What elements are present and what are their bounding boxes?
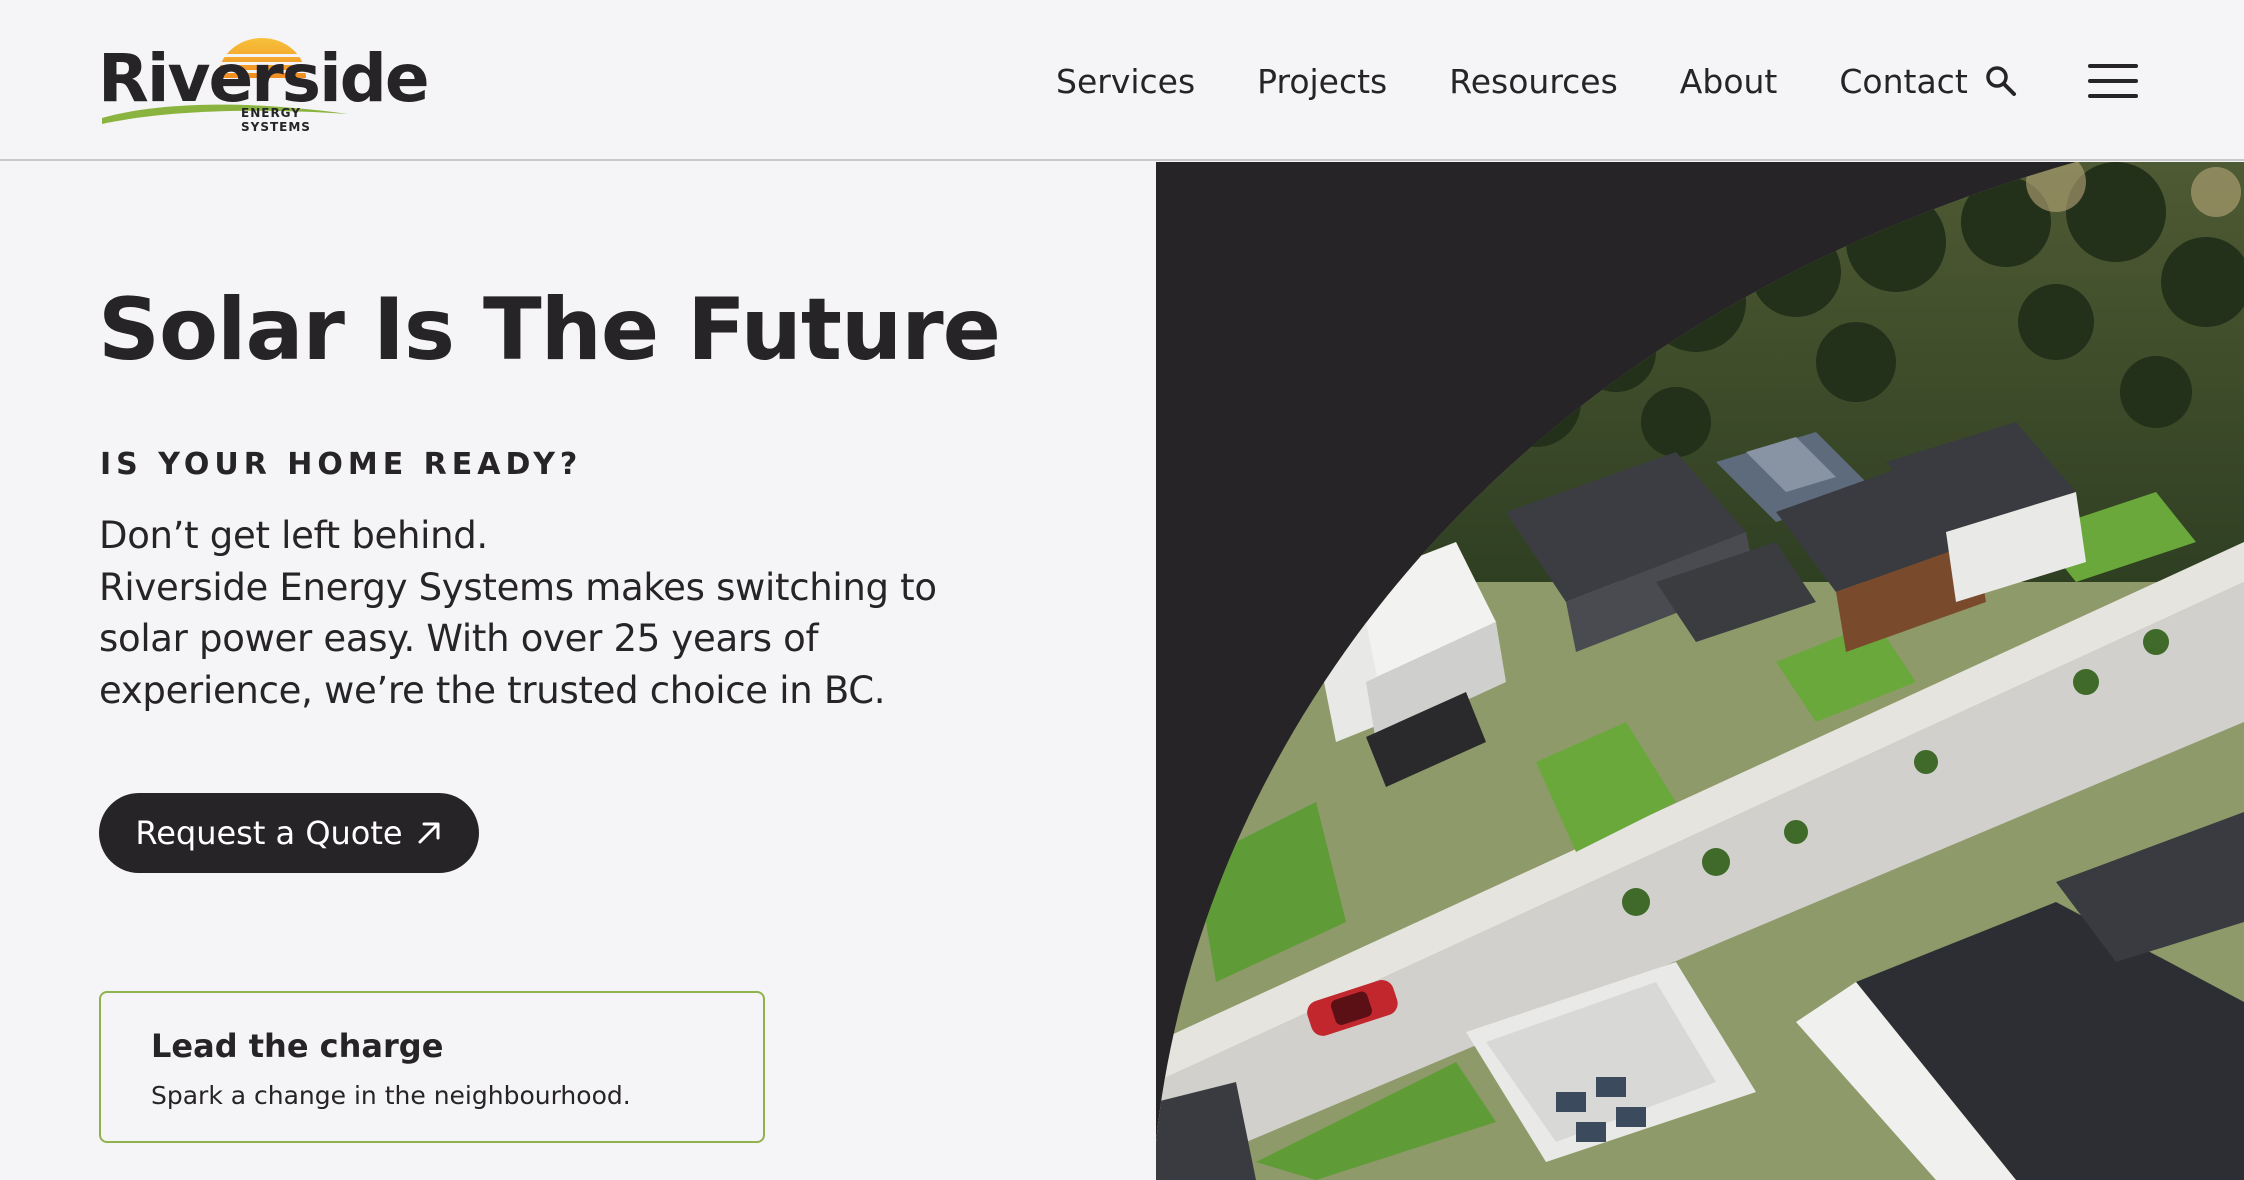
hero-description-line: Don’t get left behind. <box>99 514 488 557</box>
lead-the-charge-card[interactable]: Lead the charge Spark a change in the ne… <box>99 991 765 1143</box>
hero-image-neighbourhood <box>1156 162 2244 1180</box>
nav-projects[interactable]: Projects <box>1257 62 1387 101</box>
nav-about[interactable]: About <box>1680 62 1778 101</box>
main-nav: Services Projects Resources About Contac… <box>1056 58 2030 104</box>
arrow-up-right-icon <box>418 822 440 844</box>
nav-contact[interactable]: Contact <box>1839 62 1967 101</box>
request-quote-label: Request a Quote <box>135 814 403 852</box>
hero-description: Don’t get left behind. Riverside Energy … <box>99 510 959 716</box>
hero-description-line: experience, we’re the trusted choice in … <box>99 668 886 712</box>
hero-description-line: solar power easy. With over 25 years of <box>99 617 819 660</box>
hamburger-menu-icon[interactable] <box>2088 64 2138 98</box>
search-icon[interactable] <box>1983 63 2019 99</box>
site-header: Riverside ENERGY SYSTEMS Services Projec… <box>0 0 2244 161</box>
request-quote-button[interactable]: Request a Quote <box>99 793 479 873</box>
logo-subtitle: ENERGY SYSTEMS <box>241 106 311 134</box>
card-title: Lead the charge <box>151 1027 444 1065</box>
logo-wordmark: Riverside <box>98 40 430 117</box>
hero-title: Solar Is The Future <box>98 280 1001 380</box>
hero-description-line: Riverside Energy Systems makes switching… <box>99 565 937 609</box>
nav-resources[interactable]: Resources <box>1449 62 1618 101</box>
hero-eyebrow: IS YOUR HOME READY? <box>100 447 583 482</box>
riverside-logo[interactable]: Riverside ENERGY SYSTEMS <box>98 34 430 134</box>
card-text: Spark a change in the neighbourhood. <box>151 1081 631 1110</box>
nav-services[interactable]: Services <box>1056 62 1195 101</box>
